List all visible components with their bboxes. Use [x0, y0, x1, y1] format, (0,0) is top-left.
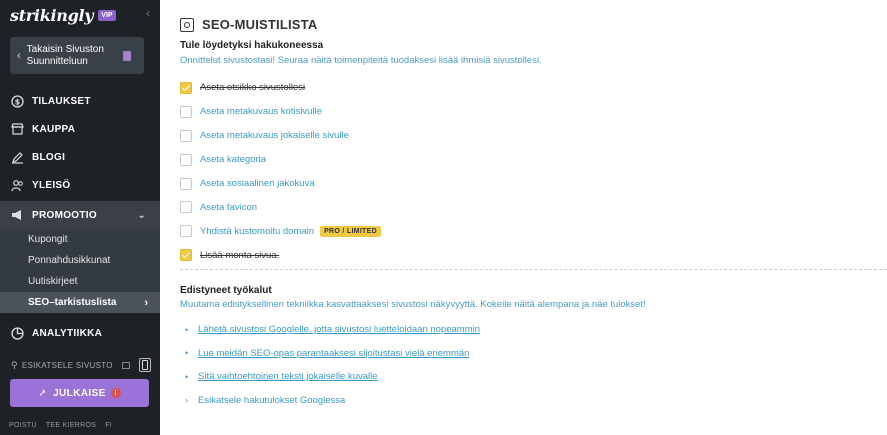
svg-text:$: $	[15, 97, 21, 106]
back-to-editor-button[interactable]: ‹ Takaisin Sivuston Suunnitteluun	[10, 37, 144, 74]
submenu-item-seo-checklist[interactable]: SEO–tarkistuslista ›	[0, 292, 160, 313]
submenu-item-newsletters[interactable]: Uutiskirjeet	[0, 271, 160, 292]
main-content: SEO-MUISTILISTA Tule löydetyksi hakukone…	[160, 0, 887, 435]
checklist-item[interactable]: Aseta kategoria	[180, 148, 381, 172]
preview-site-label[interactable]: ESIKATSELE SIVUSTO	[22, 361, 113, 370]
page-header: SEO-MUISTILISTA	[180, 17, 317, 32]
mobile-icon[interactable]	[139, 358, 151, 372]
checkbox-checked[interactable]	[180, 81, 192, 94]
checkbox[interactable]	[180, 105, 192, 118]
submenu-item-popups[interactable]: Ponnahdusikkunat	[0, 250, 160, 271]
submit-to-google-link[interactable]: Lähetä sivustosi Googlelle, jotta sivust…	[198, 324, 480, 335]
checklist-label[interactable]: Aseta favicon	[200, 202, 257, 213]
bullet-icon: •	[185, 371, 189, 382]
checklist-label: Aseta otsikko sivustollesi	[200, 82, 306, 94]
bullet-icon: •	[185, 324, 189, 335]
sidebar-item-label: YLEISÖ	[32, 179, 71, 191]
sidebar-footer: POISTU TEE KIERROS FI	[9, 422, 121, 429]
submenu-item-label: SEO–tarkistuslista	[28, 297, 117, 308]
users-icon	[11, 179, 24, 192]
sidebar-nav: $ TILAUKSET KAUPPA BLOGI YLEISÖ PROMOOTI…	[0, 87, 160, 347]
section-heading-search: Tule löydetyksi hakukoneessa	[180, 40, 324, 51]
back-button-label: Takaisin Sivuston Suunnitteluun	[26, 43, 104, 67]
checklist-item[interactable]: Aseta otsikko sivustollesi	[180, 76, 381, 100]
chevron-down-icon: ⌄	[137, 209, 146, 221]
chevron-left-icon[interactable]: ‹	[146, 6, 150, 20]
checkbox-checked[interactable]	[180, 249, 192, 262]
checklist-item[interactable]: Lisää monta sivua.	[180, 243, 381, 267]
section-divider	[180, 269, 887, 270]
alt-text-link[interactable]: Sitä vaihtoehtoinen teksti jokaiselle ku…	[198, 371, 378, 382]
checklist-item[interactable]: Aseta favicon	[180, 195, 381, 219]
checklist-label[interactable]: Aseta metakuvaus jokaiselle sivulle	[200, 130, 349, 141]
checklist-label[interactable]: Aseta sosiaalinen jakokuva	[200, 178, 315, 189]
chevron-right-icon: ›	[185, 395, 188, 406]
sidebar-item-label: ANALYTIIKKA	[32, 327, 103, 339]
exit-link[interactable]: POISTU	[9, 422, 37, 429]
bullet-icon: •	[185, 348, 189, 359]
seo-checklist: Aseta otsikko sivustollesi Aseta metakuv…	[180, 76, 381, 267]
chevron-left-icon: ‹	[17, 49, 21, 62]
chevron-right-icon: ›	[144, 296, 148, 309]
checklist-item[interactable]: Aseta metakuvaus kotisivulle	[180, 100, 381, 124]
store-icon	[11, 123, 24, 136]
publish-button[interactable]: ➚ JULKAISE !	[10, 379, 149, 407]
sidebar-item-orders[interactable]: $ TILAUKSET	[0, 87, 160, 115]
sidebar-item-blog[interactable]: BLOGI	[0, 143, 160, 171]
rocket-icon: ➚	[38, 387, 48, 399]
alert-icon: !	[110, 388, 121, 398]
preview-site-row: ⚲ ESIKATSELE SIVUSTO	[11, 357, 151, 373]
checklist-item[interactable]: Yhdistä kustomoitu domain PRO / LIMITED	[180, 219, 381, 243]
section-description-advanced: Muutama edistyksellinen tekniikka kasvat…	[180, 299, 646, 310]
list-item: • Lähetä sivustosi Googlelle, jotta sivu…	[185, 318, 480, 342]
checkbox[interactable]	[180, 129, 192, 142]
submenu-item-coupons[interactable]: Kupongit	[0, 229, 160, 250]
checklist-label[interactable]: Aseta metakuvaus kotisivulle	[200, 106, 322, 117]
pen-icon	[11, 151, 24, 164]
section-heading-advanced: Edistyneet työkalut	[180, 285, 272, 296]
sidebar-item-store[interactable]: KAUPPA	[0, 115, 160, 143]
sidebar-item-label: TILAUKSET	[32, 95, 91, 107]
brand-logo: strikingly	[10, 5, 94, 25]
desktop-icon[interactable]	[122, 361, 130, 369]
list-item[interactable]: › Esikatsele hakutulokset Googlessa	[185, 389, 480, 413]
checkbox[interactable]	[180, 177, 192, 190]
publish-label: JULKAISE	[53, 387, 106, 399]
dollar-icon: $	[11, 94, 24, 108]
checklist-label[interactable]: Aseta kategoria	[200, 154, 266, 165]
sidebar-item-promotion[interactable]: PROMOOTIO ⌄	[0, 201, 160, 229]
promotion-submenu: Kupongit Ponnahdusikkunat Uutiskirjeet S…	[0, 229, 160, 313]
preview-google-results-link[interactable]: Esikatsele hakutulokset Googlessa	[198, 395, 345, 406]
seo-search-icon	[180, 17, 194, 32]
page-title: SEO-MUISTILISTA	[202, 17, 318, 32]
sidebar-item-audience[interactable]: YLEISÖ	[0, 171, 160, 199]
sidebar: strikingly VIP ‹ ‹ Takaisin Sivuston Suu…	[0, 0, 160, 435]
sidebar-item-analytics[interactable]: ANALYTIIKKA	[0, 319, 160, 347]
vip-badge: VIP	[98, 9, 116, 21]
checklist-label[interactable]: Yhdistä kustomoitu domain	[200, 226, 314, 237]
checkbox[interactable]	[180, 153, 192, 166]
sidebar-item-label: PROMOOTIO	[32, 209, 97, 221]
tour-link[interactable]: TEE KIERROS	[46, 422, 96, 429]
search-icon: ⚲	[11, 359, 18, 370]
advanced-tools-list: • Lähetä sivustosi Googlelle, jotta sivu…	[185, 318, 480, 412]
seo-guide-link[interactable]: Lue meidän SEO-opas parantaaksesi sijoit…	[198, 348, 469, 359]
brand[interactable]: strikingly VIP	[10, 4, 116, 26]
analytics-icon	[11, 326, 24, 340]
checklist-item[interactable]: Aseta metakuvaus jokaiselle sivulle	[180, 124, 381, 148]
pro-limited-badge: PRO / LIMITED	[320, 225, 381, 237]
megaphone-icon	[11, 209, 24, 222]
checklist-item[interactable]: Aseta sosiaalinen jakokuva	[180, 172, 381, 196]
checklist-label: Lisää monta sivua.	[200, 249, 280, 261]
sidebar-item-label: KAUPPA	[32, 123, 76, 135]
section-description-search: Onnittelut sivustostasi! Seuraa näitä to…	[180, 55, 542, 66]
checkbox[interactable]	[180, 201, 192, 214]
list-item: • Lue meidän SEO-opas parantaaksesi sijo…	[185, 342, 480, 366]
list-item: • Sitä vaihtoehtoinen teksti jokaiselle …	[185, 365, 480, 389]
language-link[interactable]: FI	[105, 422, 112, 429]
page-icon	[122, 50, 131, 61]
sidebar-item-label: BLOGI	[32, 151, 66, 163]
checkbox[interactable]	[180, 225, 192, 238]
